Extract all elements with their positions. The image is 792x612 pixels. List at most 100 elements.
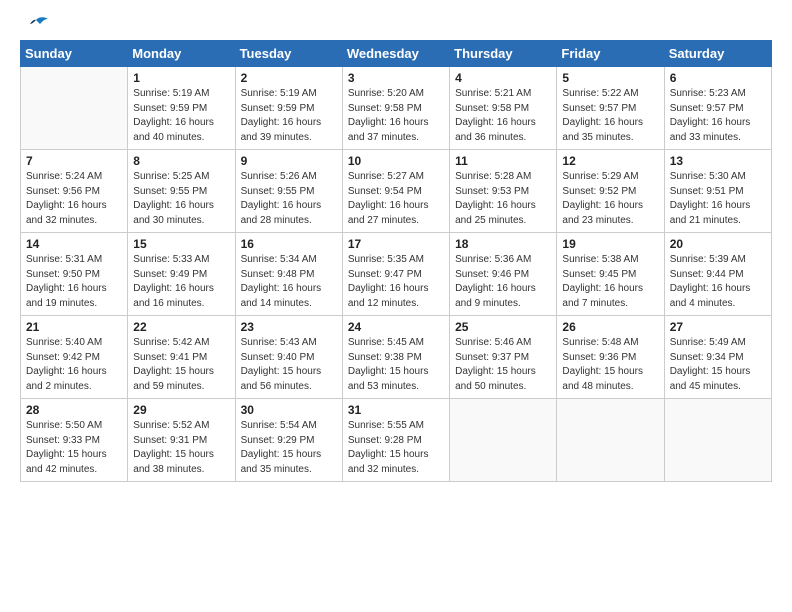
day-number: 24 — [348, 320, 444, 334]
day-info: Sunrise: 5:38 AM Sunset: 9:45 PM Dayligh… — [562, 253, 658, 311]
calendar-cell: 29 Sunrise: 5:52 AM Sunset: 9:31 PM Dayli… — [128, 399, 235, 482]
day-number: 27 — [670, 320, 766, 334]
day-info: Sunrise: 5:48 AM Sunset: 9:36 PM Dayligh… — [562, 336, 658, 394]
day-info: Sunrise: 5:40 AM Sunset: 9:42 PM Dayligh… — [26, 336, 122, 394]
day-info: Sunrise: 5:54 AM Sunset: 9:29 PM Dayligh… — [241, 419, 337, 477]
calendar-cell: 18Sunrise: 5:36 AM Sunset: 9:46 PM Dayli… — [450, 233, 557, 316]
day-number: 20 — [670, 237, 766, 251]
day-info: Sunrise: 5:43 AM Sunset: 9:40 PM Dayligh… — [241, 336, 337, 394]
calendar-cell: 21 Sunrise: 5:40 AM Sunset: 9:42 PM Dayli… — [21, 316, 128, 399]
day-info: Sunrise: 5:34 AM Sunset: 9:48 PM Dayligh… — [241, 253, 337, 311]
calendar-cell: 14Sunrise: 5:31 AM Sunset: 9:50 PM Dayli… — [21, 233, 128, 316]
header-cell-tuesday: Tuesday — [235, 41, 342, 67]
day-info: Sunrise: 5:45 AM Sunset: 9:38 PM Dayligh… — [348, 336, 444, 394]
day-number: 15 — [133, 237, 229, 251]
day-info: Sunrise: 5:52 AM Sunset: 9:31 PM Dayligh… — [133, 419, 229, 477]
header-cell-thursday: Thursday — [450, 41, 557, 67]
calendar-header: SundayMondayTuesdayWednesdayThursdayFrid… — [21, 41, 772, 67]
calendar-cell: 24 Sunrise: 5:45 AM Sunset: 9:38 PM Dayli… — [342, 316, 449, 399]
calendar-cell — [557, 399, 664, 482]
calendar-body: 1 Sunrise: 5:19 AM Sunset: 9:59 PM Daylig… — [21, 67, 772, 482]
day-number: 29 — [133, 403, 229, 417]
week-row-5: 28 Sunrise: 5:50 AM Sunset: 9:33 PM Dayli… — [21, 399, 772, 482]
day-number: 10 — [348, 154, 444, 168]
day-number: 28 — [26, 403, 122, 417]
day-info: Sunrise: 5:39 AM Sunset: 9:44 PM Dayligh… — [670, 253, 766, 311]
day-info: Sunrise: 5:22 AM Sunset: 9:57 PM Dayligh… — [562, 87, 658, 145]
day-number: 23 — [241, 320, 337, 334]
logo-text — [20, 16, 50, 34]
calendar-cell: 12Sunrise: 5:29 AM Sunset: 9:52 PM Dayli… — [557, 150, 664, 233]
calendar-cell: 2 Sunrise: 5:19 AM Sunset: 9:59 PM Daylig… — [235, 67, 342, 150]
calendar-cell: 17Sunrise: 5:35 AM Sunset: 9:47 PM Dayli… — [342, 233, 449, 316]
day-info: Sunrise: 5:33 AM Sunset: 9:49 PM Dayligh… — [133, 253, 229, 311]
calendar-cell: 10 Sunrise: 5:27 AM Sunset: 9:54 PM Dayli… — [342, 150, 449, 233]
week-row-3: 14Sunrise: 5:31 AM Sunset: 9:50 PM Dayli… — [21, 233, 772, 316]
day-number: 14 — [26, 237, 122, 251]
header-cell-sunday: Sunday — [21, 41, 128, 67]
day-number: 7 — [26, 154, 122, 168]
day-number: 1 — [133, 71, 229, 85]
day-number: 2 — [241, 71, 337, 85]
header-cell-monday: Monday — [128, 41, 235, 67]
day-info: Sunrise: 5:42 AM Sunset: 9:41 PM Dayligh… — [133, 336, 229, 394]
calendar-cell: 15 Sunrise: 5:33 AM Sunset: 9:49 PM Dayli… — [128, 233, 235, 316]
day-info: Sunrise: 5:46 AM Sunset: 9:37 PM Dayligh… — [455, 336, 551, 394]
day-info: Sunrise: 5:28 AM Sunset: 9:53 PM Dayligh… — [455, 170, 551, 228]
day-number: 19 — [562, 237, 658, 251]
calendar-cell: 22 Sunrise: 5:42 AM Sunset: 9:41 PM Dayli… — [128, 316, 235, 399]
day-number: 9 — [241, 154, 337, 168]
day-number: 31 — [348, 403, 444, 417]
week-row-2: 7 Sunrise: 5:24 AM Sunset: 9:56 PM Daylig… — [21, 150, 772, 233]
day-info: Sunrise: 5:29 AM Sunset: 9:52 PM Dayligh… — [562, 170, 658, 228]
calendar-cell: 5 Sunrise: 5:22 AM Sunset: 9:57 PM Daylig… — [557, 67, 664, 150]
day-info: Sunrise: 5:49 AM Sunset: 9:34 PM Dayligh… — [670, 336, 766, 394]
day-number: 13 — [670, 154, 766, 168]
day-number: 11 — [455, 154, 551, 168]
day-number: 21 — [26, 320, 122, 334]
day-info: Sunrise: 5:19 AM Sunset: 9:59 PM Dayligh… — [133, 87, 229, 145]
day-info: Sunrise: 5:21 AM Sunset: 9:58 PM Dayligh… — [455, 87, 551, 145]
week-row-1: 1 Sunrise: 5:19 AM Sunset: 9:59 PM Daylig… — [21, 67, 772, 150]
calendar-table: SundayMondayTuesdayWednesdayThursdayFrid… — [20, 40, 772, 482]
day-info: Sunrise: 5:19 AM Sunset: 9:59 PM Dayligh… — [241, 87, 337, 145]
header — [20, 16, 772, 34]
calendar-cell: 27 Sunrise: 5:49 AM Sunset: 9:34 PM Dayli… — [664, 316, 771, 399]
day-number: 26 — [562, 320, 658, 334]
calendar-cell: 19 Sunrise: 5:38 AM Sunset: 9:45 PM Dayli… — [557, 233, 664, 316]
calendar-cell: 3 Sunrise: 5:20 AM Sunset: 9:58 PM Daylig… — [342, 67, 449, 150]
logo-bird-icon — [22, 16, 50, 38]
header-cell-saturday: Saturday — [664, 41, 771, 67]
logo — [20, 16, 50, 34]
calendar-cell: 6Sunrise: 5:23 AM Sunset: 9:57 PM Daylig… — [664, 67, 771, 150]
calendar-cell: 4 Sunrise: 5:21 AM Sunset: 9:58 PM Daylig… — [450, 67, 557, 150]
week-row-4: 21 Sunrise: 5:40 AM Sunset: 9:42 PM Dayli… — [21, 316, 772, 399]
calendar-cell: 26 Sunrise: 5:48 AM Sunset: 9:36 PM Dayli… — [557, 316, 664, 399]
calendar-cell: 9Sunrise: 5:26 AM Sunset: 9:55 PM Daylig… — [235, 150, 342, 233]
day-number: 16 — [241, 237, 337, 251]
day-number: 25 — [455, 320, 551, 334]
day-number: 22 — [133, 320, 229, 334]
day-info: Sunrise: 5:24 AM Sunset: 9:56 PM Dayligh… — [26, 170, 122, 228]
day-info: Sunrise: 5:27 AM Sunset: 9:54 PM Dayligh… — [348, 170, 444, 228]
day-info: Sunrise: 5:30 AM Sunset: 9:51 PM Dayligh… — [670, 170, 766, 228]
calendar-cell: 28 Sunrise: 5:50 AM Sunset: 9:33 PM Dayli… — [21, 399, 128, 482]
day-info: Sunrise: 5:23 AM Sunset: 9:57 PM Dayligh… — [670, 87, 766, 145]
header-cell-friday: Friday — [557, 41, 664, 67]
header-row: SundayMondayTuesdayWednesdayThursdayFrid… — [21, 41, 772, 67]
calendar-cell: 25 Sunrise: 5:46 AM Sunset: 9:37 PM Dayli… — [450, 316, 557, 399]
day-number: 30 — [241, 403, 337, 417]
day-info: Sunrise: 5:20 AM Sunset: 9:58 PM Dayligh… — [348, 87, 444, 145]
day-number: 5 — [562, 71, 658, 85]
day-number: 3 — [348, 71, 444, 85]
day-info: Sunrise: 5:50 AM Sunset: 9:33 PM Dayligh… — [26, 419, 122, 477]
calendar-cell — [21, 67, 128, 150]
calendar-cell — [664, 399, 771, 482]
calendar-cell — [450, 399, 557, 482]
calendar-cell: 30 Sunrise: 5:54 AM Sunset: 9:29 PM Dayli… — [235, 399, 342, 482]
day-info: Sunrise: 5:35 AM Sunset: 9:47 PM Dayligh… — [348, 253, 444, 311]
day-number: 4 — [455, 71, 551, 85]
page: SundayMondayTuesdayWednesdayThursdayFrid… — [0, 0, 792, 612]
day-info: Sunrise: 5:25 AM Sunset: 9:55 PM Dayligh… — [133, 170, 229, 228]
calendar-cell: 8Sunrise: 5:25 AM Sunset: 9:55 PM Daylig… — [128, 150, 235, 233]
